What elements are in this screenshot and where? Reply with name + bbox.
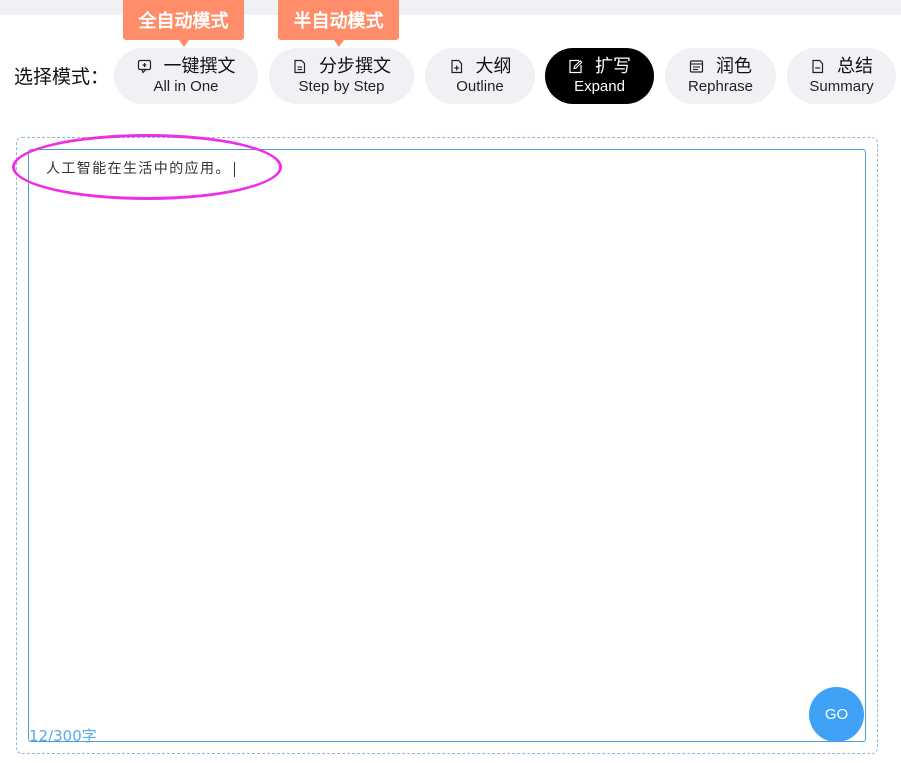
mode-button-step-by-step[interactable]: 分步撰文 Step by Step (269, 48, 414, 104)
mode-button-summary[interactable]: 总结 Summary (787, 48, 896, 104)
mode-en-label: All in One (153, 77, 219, 95)
mode-cn-label: 润色 (716, 55, 752, 77)
mode-cn-label: 大纲 (475, 55, 512, 77)
mode-en-label: Outline (456, 77, 504, 95)
mode-cn-label: 一键撰文 (163, 55, 236, 77)
mode-en-label: Expand (574, 77, 625, 95)
mode-en-label: Rephrase (687, 77, 754, 95)
mode-button-all-in-one[interactable]: 一键撰文 All in One (114, 48, 258, 104)
topic-textarea[interactable] (28, 149, 866, 742)
document-minus-icon (810, 59, 825, 74)
list-doc-icon (689, 59, 704, 74)
textarea-value: 人工智能在生活中的应用。 (46, 161, 231, 177)
mode-cn-label: 扩写 (595, 55, 631, 77)
mode-button-rephrase[interactable]: 润色 Rephrase (665, 48, 776, 104)
textarea-content[interactable]: 人工智能在生活中的应用。 (46, 158, 235, 178)
go-button[interactable]: GO (809, 687, 864, 742)
full-auto-mode-tag: 全自动模式 (123, 0, 244, 47)
mode-button-expand[interactable]: 扩写 Expand (545, 48, 654, 104)
document-plus-icon (449, 59, 464, 74)
document-icon (292, 59, 307, 74)
text-caret (233, 161, 235, 177)
mode-cn-label: 总结 (837, 55, 873, 77)
semi-auto-mode-tag: 半自动模式 (278, 0, 399, 47)
mode-cn-label: 分步撰文 (319, 55, 391, 77)
mode-en-label: Summary (809, 77, 874, 95)
chat-doc-icon (137, 59, 152, 74)
edit-icon (568, 59, 583, 74)
select-mode-label: 选择模式： (14, 66, 110, 88)
mode-button-outline[interactable]: 大纲 Outline (425, 48, 535, 104)
char-counter: 12/300字 (29, 727, 97, 745)
mode-en-label: Step by Step (298, 77, 385, 95)
